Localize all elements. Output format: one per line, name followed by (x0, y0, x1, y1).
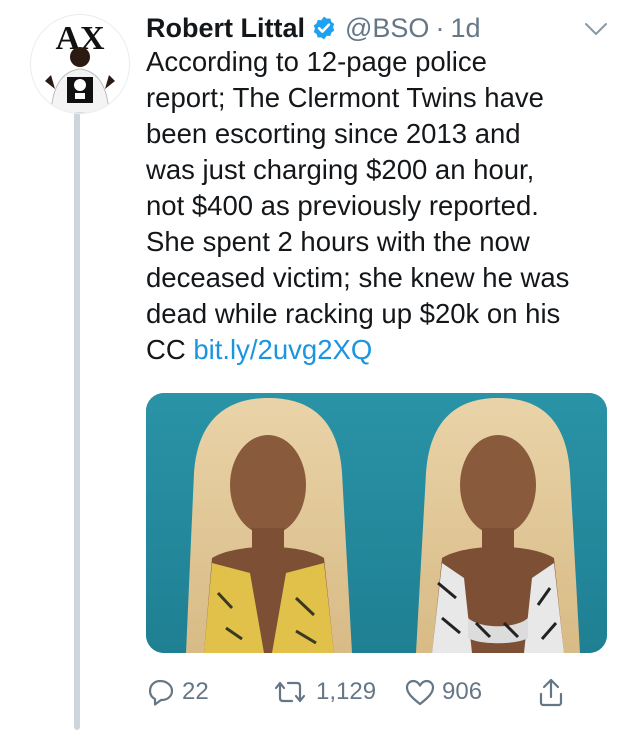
reply-icon (148, 679, 174, 706)
avatar-image: AX (31, 15, 129, 113)
tweet-header: Robert Littal @BSO · 1d (146, 8, 480, 48)
chevron-down-icon[interactable] (583, 20, 609, 38)
thread-connector-line (74, 112, 80, 730)
tweet-text-line: dead while racking up $20k on his (146, 298, 561, 329)
tweet-text-line: not $400 as previously reported. (146, 190, 539, 221)
tweet-text-line: She spent 2 hours with the now (146, 226, 530, 257)
tweet-text-line: was just charging $200 an hour, (146, 154, 535, 185)
share-button[interactable] (536, 672, 566, 712)
tweet-text-line: report; The Clermont Twins have (146, 82, 544, 113)
tweet-text-line: deceased victim; she knew he was (146, 262, 570, 293)
tweet-link[interactable]: bit.ly/2uvg2XQ (193, 334, 372, 365)
tweet-text-last-line: CC bit.ly/2uvg2XQ (146, 332, 616, 368)
tweet-text-prefix: CC (146, 334, 194, 365)
tweet-media-image[interactable] (146, 393, 607, 653)
media-photo (146, 393, 607, 653)
tweet-text-line: been escorting since 2013 and (146, 118, 521, 149)
retweet-button[interactable]: 1,129 (270, 672, 376, 712)
reply-button[interactable]: 22 (146, 672, 209, 712)
tweet-text-line: According to 12-page police (146, 46, 487, 77)
retweet-icon (274, 681, 306, 703)
author-name[interactable]: Robert Littal (146, 13, 305, 44)
tweet-timestamp[interactable]: 1d (450, 13, 480, 44)
header-separator: · (435, 12, 445, 43)
avatar[interactable]: AX (30, 14, 130, 114)
share-icon (539, 678, 563, 707)
retweet-count: 1,129 (316, 678, 377, 705)
tweet-text: According to 12-page police report; The … (146, 44, 616, 368)
reply-count: 22 (182, 678, 209, 705)
verified-badge-icon (313, 16, 335, 40)
tweet-actions: 22 1,129 906 (146, 672, 616, 712)
heart-icon (405, 679, 435, 706)
author-handle[interactable]: @BSO (345, 13, 429, 44)
like-button[interactable]: 906 (404, 672, 482, 712)
like-count: 906 (442, 678, 483, 705)
